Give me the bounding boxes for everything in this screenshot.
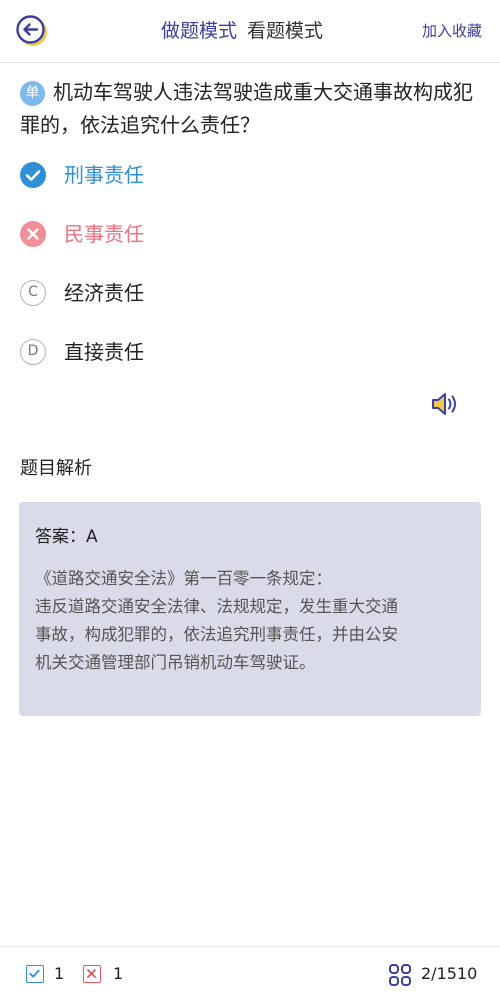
wrong-count-icon: [83, 965, 101, 983]
option-d-letter: D: [20, 339, 46, 365]
add-favorite-button[interactable]: 加入收藏: [422, 20, 482, 41]
explanation-line: 《道路交通安全法》第一百零一条规定：: [35, 569, 332, 588]
audio-play-button[interactable]: [430, 390, 460, 418]
tab-practice-mode[interactable]: 做题模式: [161, 18, 237, 44]
option-b-text: 民事责任: [64, 222, 144, 246]
grid-menu-icon: [389, 964, 411, 986]
mode-tabs: 做题模式 看题模式: [161, 18, 323, 44]
back-button[interactable]: [15, 14, 49, 48]
question-progress: 2/1510: [421, 964, 478, 983]
analysis-heading: 题目解析: [20, 458, 92, 479]
explanation-line: 违反道路交通安全法律、法规规定，发生重大交通: [35, 597, 398, 616]
analysis-panel: 答案：A 《道路交通安全法》第一百零一条规定： 违反道路交通安全法律、法规规定，…: [19, 502, 481, 716]
explanation-text: 《道路交通安全法》第一百零一条规定： 违反道路交通安全法律、法规规定，发生重大交…: [35, 565, 471, 677]
bottom-bar: 1 1 2/1510: [0, 946, 500, 1001]
explanation-line: 事故，构成犯罪的，依法追究刑事责任，并由公安: [35, 625, 398, 644]
speaker-icon: [432, 393, 456, 415]
back-arrow-icon: [16, 15, 47, 46]
option-a[interactable]: 刑事责任: [20, 160, 320, 190]
top-bar: 做题模式 看题模式 加入收藏: [0, 0, 500, 63]
option-d[interactable]: D 直接责任: [20, 337, 320, 367]
answer-text: 答案：A: [35, 527, 98, 547]
explanation-line: 机关交通管理部门吊销机动车驾驶证。: [35, 653, 316, 672]
option-c[interactable]: C 经济责任: [20, 278, 320, 308]
option-c-letter: C: [20, 280, 46, 306]
option-d-text: 直接责任: [64, 340, 144, 364]
correct-count-icon: [26, 965, 44, 983]
question-list-button[interactable]: [387, 962, 413, 988]
option-b[interactable]: 民事责任: [20, 219, 320, 249]
correct-count: 1: [54, 964, 65, 983]
check-icon: [20, 162, 46, 188]
option-a-text: 刑事责任: [64, 163, 144, 187]
option-c-text: 经济责任: [64, 281, 144, 305]
tab-review-mode[interactable]: 看题模式: [247, 18, 323, 44]
question-text: 机动车驾驶人违法驾驶造成重大交通事故构成犯罪的，依法追究什么责任？: [20, 80, 473, 137]
x-icon: [20, 221, 46, 247]
question-stem: 单机动车驾驶人违法驾驶造成重大交通事故构成犯罪的，依法追究什么责任？: [20, 76, 482, 142]
question-type-badge: 单: [20, 81, 45, 106]
wrong-count: 1: [113, 964, 124, 983]
